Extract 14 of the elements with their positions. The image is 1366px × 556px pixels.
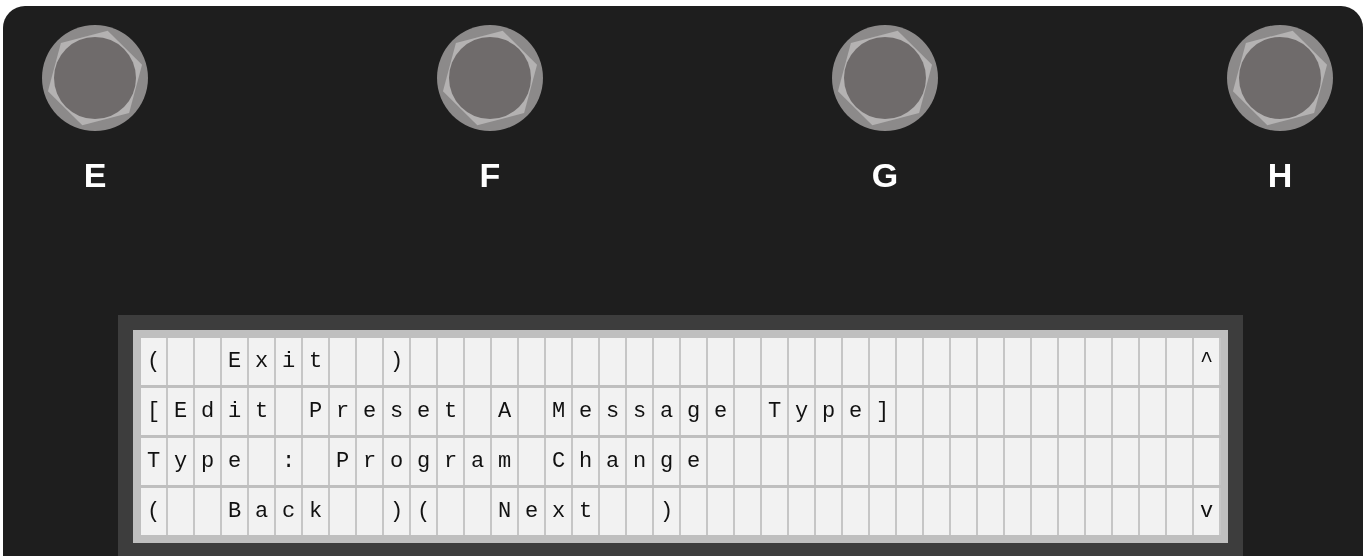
lcd-text: ( Back )( Next )	[146, 498, 688, 526]
scroll-indicator: ^	[1198, 348, 1215, 376]
footswitch-label: F	[479, 155, 501, 195]
footswitch-knob-icon[interactable]	[42, 25, 148, 131]
lcd-text: ( Exit )	[146, 348, 418, 376]
footswitch-knob-icon[interactable]	[832, 25, 938, 131]
footswitch-label: H	[1267, 155, 1293, 195]
footswitch-knob-icon[interactable]	[437, 25, 543, 131]
footswitch-label: E	[83, 155, 107, 195]
scroll-indicator: v	[1198, 498, 1215, 526]
lcd-text: Type : Program Change	[146, 448, 715, 476]
footswitch-knob-icon[interactable]	[1227, 25, 1333, 131]
footswitch-label: G	[871, 155, 899, 195]
lcd-text: [Edit Preset A Message Type]	[146, 398, 904, 426]
